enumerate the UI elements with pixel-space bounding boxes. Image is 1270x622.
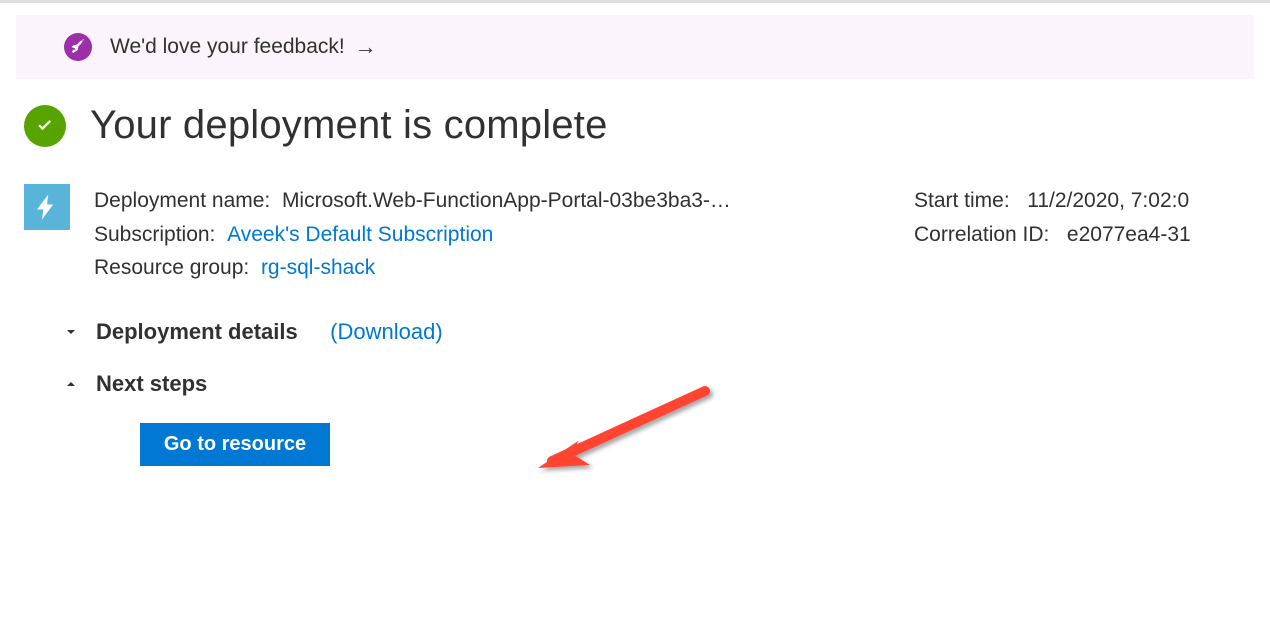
next-steps-label: Next steps	[96, 371, 207, 397]
next-steps-section[interactable]: Next steps	[60, 371, 1246, 397]
download-link[interactable]: (Download)	[330, 319, 443, 345]
subscription-link[interactable]: Aveek's Default Subscription	[227, 223, 493, 246]
start-time-label: Start time:	[914, 189, 1010, 212]
feedback-banner[interactable]: We'd love your feedback! →	[16, 15, 1254, 79]
correlation-row: Correlation ID: e2077ea4-31	[914, 218, 1214, 252]
deployment-title-row: Your deployment is complete	[24, 103, 1246, 148]
go-to-resource-button[interactable]: Go to resource	[140, 423, 330, 466]
deployment-name-label: Deployment name:	[94, 189, 270, 212]
rocket-icon	[64, 33, 92, 61]
deployment-summary: Deployment name: Microsoft.Web-FunctionA…	[24, 184, 1246, 285]
correlation-label: Correlation ID:	[914, 223, 1049, 246]
subscription-row: Subscription: Aveek's Default Subscripti…	[94, 218, 874, 252]
subscription-label: Subscription:	[94, 223, 215, 246]
arrow-right-icon: →	[355, 34, 377, 60]
function-app-icon	[24, 184, 70, 230]
resource-group-label: Resource group:	[94, 256, 249, 279]
feedback-link[interactable]: We'd love your feedback! →	[110, 34, 377, 60]
chevron-up-icon	[60, 376, 82, 392]
start-time-value: 11/2/2020, 7:02:0	[1027, 189, 1189, 212]
resource-group-row: Resource group: rg-sql-shack	[94, 251, 874, 285]
success-check-icon	[24, 105, 66, 147]
deployment-details-section[interactable]: Deployment details (Download)	[60, 319, 1246, 345]
start-time-row: Start time: 11/2/2020, 7:02:0	[914, 184, 1214, 218]
top-divider	[0, 0, 1270, 3]
deployment-details-label: Deployment details	[96, 319, 298, 345]
resource-group-link[interactable]: rg-sql-shack	[261, 256, 375, 279]
correlation-value: e2077ea4-31	[1067, 223, 1191, 246]
page-title: Your deployment is complete	[90, 103, 608, 148]
deployment-name-row: Deployment name: Microsoft.Web-FunctionA…	[94, 184, 874, 218]
feedback-text: We'd love your feedback!	[110, 35, 345, 59]
annotation-arrow-icon	[530, 383, 720, 503]
chevron-down-icon	[60, 324, 82, 340]
deployment-name-value: Microsoft.Web-FunctionApp-Portal-03be3ba…	[282, 189, 731, 212]
